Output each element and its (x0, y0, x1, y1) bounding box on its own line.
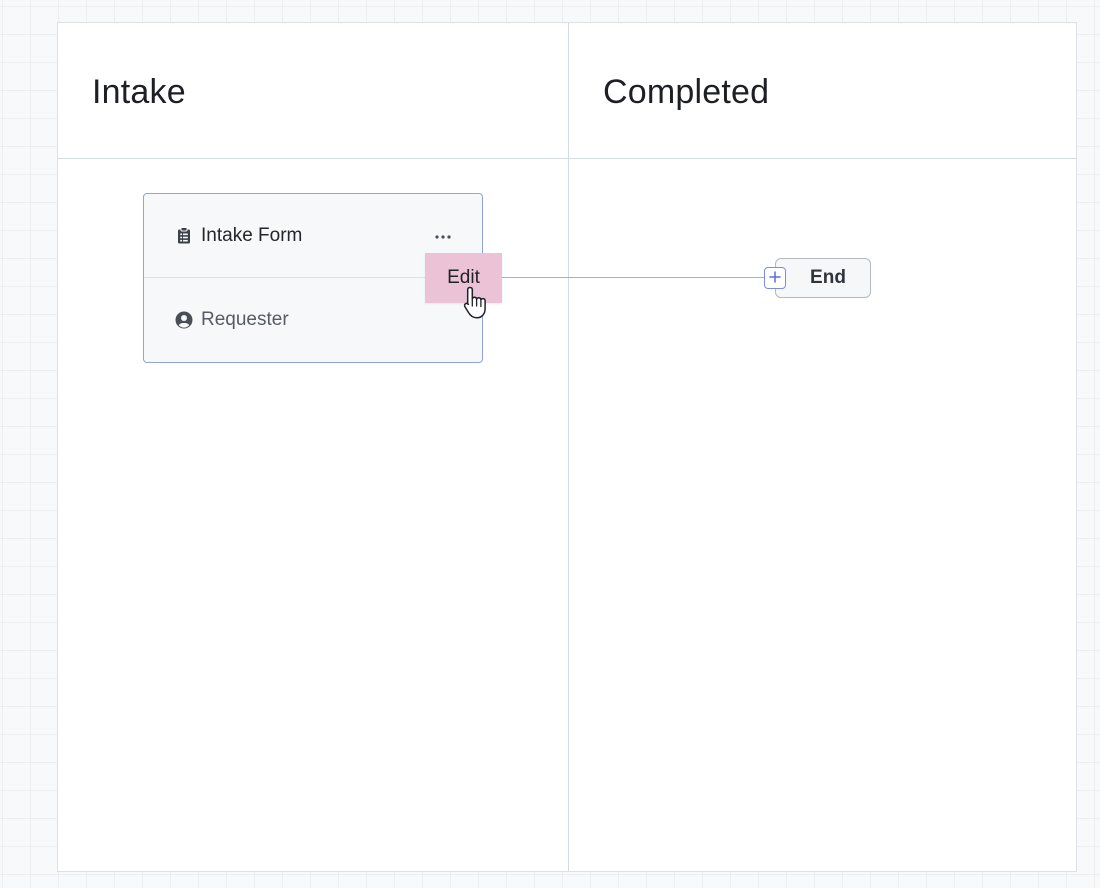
card-role-label: Requester (201, 309, 289, 330)
lane-header: Completed (569, 23, 1077, 159)
lane-completed: Completed (569, 23, 1077, 871)
clipboard-icon (175, 227, 193, 245)
process-board: Intake Completed Intake Form Requester E… (57, 22, 1077, 872)
add-step-button[interactable] (764, 267, 786, 289)
card-title: Intake Form (201, 224, 303, 246)
end-node[interactable]: End (775, 258, 871, 298)
plus-icon (769, 270, 781, 286)
lane-header: Intake (58, 23, 568, 159)
lane-title: Intake (92, 73, 186, 111)
more-horizontal-icon (435, 226, 451, 244)
hand-pointer-icon (461, 285, 491, 321)
more-options-button[interactable] (430, 222, 456, 248)
lane-intake: Intake (58, 23, 569, 871)
user-circle-icon (175, 311, 193, 329)
end-node-label: End (810, 267, 846, 288)
connector-line (482, 277, 768, 278)
lane-title: Completed (603, 73, 770, 111)
